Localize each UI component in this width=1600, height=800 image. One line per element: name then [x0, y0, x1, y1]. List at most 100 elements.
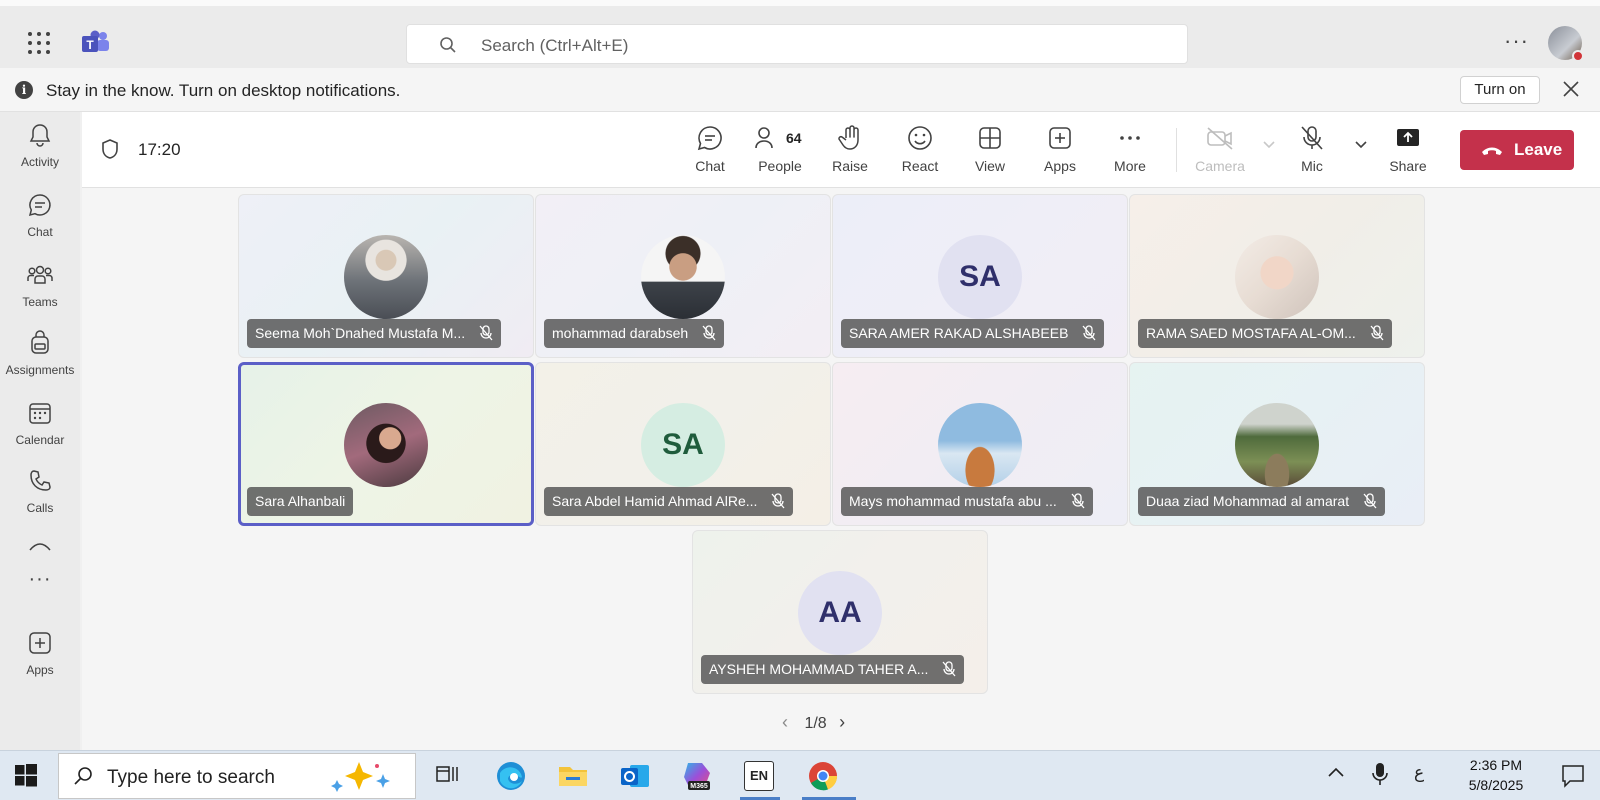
participant-name-tag: SARA AMER RAKAD ALSHABEEB: [841, 319, 1105, 348]
participant-initials: AA: [798, 571, 882, 655]
teams-icon: [27, 265, 53, 284]
rail-item-calendar[interactable]: Calendar: [0, 400, 80, 447]
grid-view-icon: [979, 127, 1001, 149]
participant-initials: SA: [641, 403, 725, 487]
mic-muted-icon: [1370, 325, 1384, 341]
os-taskbar: Type here to search M365 EN ع 2:36 PM 5/…: [0, 750, 1600, 800]
participant-tile[interactable]: Duaa ziad Mohammad al amarat: [1129, 362, 1425, 526]
mic-off-icon: [1301, 126, 1323, 150]
chevron-down-icon[interactable]: [1262, 140, 1276, 150]
search-icon: [74, 767, 92, 785]
file-explorer-icon[interactable]: [556, 759, 590, 793]
people-button[interactable]: 64 People: [750, 124, 810, 174]
rail-label: Chat: [27, 225, 53, 239]
camera-off-icon: [1207, 127, 1233, 150]
participant-name: Seema Moh`Dnahed Mustafa M...: [255, 325, 466, 341]
arc-icon: [29, 543, 51, 551]
more-icon: [1120, 136, 1140, 140]
call-control-bar: 17:20 Chat 64 People Raise React View Ap…: [82, 112, 1600, 188]
app-rail: Activity Chat Teams Assignments Calendar…: [0, 112, 80, 750]
participant-tile[interactable]: Seema Moh`Dnahed Mustafa M...: [238, 194, 534, 358]
language-indicator[interactable]: EN: [744, 761, 774, 791]
react-button[interactable]: React: [890, 124, 950, 174]
close-icon[interactable]: [1562, 78, 1580, 104]
rail-item-chat[interactable]: Chat: [0, 192, 80, 239]
participant-tile[interactable]: AA AYSHEH MOHAMMAD TAHER A...: [692, 530, 988, 694]
outlook-icon[interactable]: [618, 759, 652, 793]
hand-icon: [838, 125, 859, 150]
leave-label: Leave: [1514, 140, 1563, 159]
taskbar-search-box[interactable]: Type here to search: [58, 753, 416, 799]
mic-muted-icon: [771, 493, 785, 509]
mic-muted-icon: [942, 661, 956, 677]
people-icon: [755, 127, 773, 149]
rail-item-apps[interactable]: Apps: [0, 630, 80, 677]
mic-label: Mic: [1301, 158, 1323, 174]
share-button[interactable]: Share: [1378, 124, 1438, 174]
gallery-pager: ‹ 1/8 ›: [782, 712, 857, 733]
divider: [1176, 128, 1177, 172]
view-button[interactable]: View: [960, 124, 1020, 174]
participant-avatar: [344, 403, 428, 487]
microsoft-365-icon[interactable]: M365: [680, 759, 714, 793]
rail-item-assignments[interactable]: Assignments: [0, 330, 80, 377]
chevron-up-icon[interactable]: [1326, 763, 1360, 797]
participant-tile[interactable]: Mays mohammad mustafa abu ...: [832, 362, 1128, 526]
participant-avatar: [1235, 235, 1319, 319]
sparkle-icon: [331, 762, 390, 792]
chevron-left-icon[interactable]: ‹: [782, 712, 800, 733]
participant-name: AYSHEH MOHAMMAD TAHER A...: [709, 661, 929, 677]
participant-tile[interactable]: SA SARA AMER RAKAD ALSHABEEB: [832, 194, 1128, 358]
participant-tile[interactable]: RAMA SAED MOSTAFA AL-OM...: [1129, 194, 1425, 358]
notification-center-icon[interactable]: [1560, 763, 1594, 797]
participant-tile-active-speaker[interactable]: Sara Alhanbali: [238, 362, 534, 526]
participant-name-tag: Sara Abdel Hamid Ahmad AlRe...: [544, 487, 794, 516]
notification-message: Stay in the know. Turn on desktop notifi…: [46, 81, 401, 100]
svg-text:T: T: [86, 38, 94, 52]
participant-tile[interactable]: SA Sara Abdel Hamid Ahmad AlRe...: [535, 362, 831, 526]
camera-button[interactable]: Camera: [1190, 124, 1250, 174]
participant-name: Sara Abdel Hamid Ahmad AlRe...: [552, 493, 758, 509]
clock[interactable]: 2:36 PM 5/8/2025: [1446, 755, 1546, 795]
more-options-icon[interactable]: ···: [1504, 28, 1529, 54]
chevron-down-icon[interactable]: [1354, 140, 1368, 150]
chevron-right-icon[interactable]: ›: [839, 712, 857, 733]
mic-muted-icon: [1082, 325, 1096, 341]
notification-banner: i Stay in the know. Turn on desktop noti…: [0, 68, 1600, 112]
windows-start-icon[interactable]: [14, 763, 40, 789]
participant-tile[interactable]: mohammad darabseh: [535, 194, 831, 358]
rail-item-calls[interactable]: Calls: [0, 468, 80, 515]
rail-label: Assignments: [5, 363, 75, 377]
app-launcher-icon[interactable]: [28, 32, 50, 54]
rail-item-activity[interactable]: Activity: [0, 122, 80, 169]
top-bar: T Search (Ctrl+Alt+E) ···: [0, 0, 1600, 68]
rail-item-teams[interactable]: Teams: [0, 262, 80, 309]
search-box[interactable]: Search (Ctrl+Alt+E): [406, 24, 1188, 64]
bell-icon: [29, 124, 51, 147]
view-label: View: [974, 158, 1006, 174]
add-app-icon: [29, 632, 51, 654]
more-apps-icon[interactable]: ···: [0, 568, 80, 591]
more-button[interactable]: More: [1100, 124, 1160, 174]
mic-button[interactable]: Mic: [1282, 124, 1342, 174]
raise-hand-button[interactable]: Raise: [820, 124, 880, 174]
edge-browser-icon[interactable]: [494, 759, 528, 793]
participant-name: Sara Alhanbali: [255, 493, 346, 509]
participant-avatar: [938, 403, 1022, 487]
backpack-icon: [31, 330, 49, 354]
leave-button[interactable]: Leave: [1460, 130, 1574, 170]
rail-item-collapsed[interactable]: [0, 538, 80, 557]
chat-button[interactable]: Chat: [680, 124, 740, 174]
rail-label: Apps: [26, 663, 54, 677]
profile-avatar[interactable]: [1548, 26, 1584, 62]
task-view-icon[interactable]: [432, 759, 466, 793]
chrome-browser-icon[interactable]: [806, 759, 840, 793]
rail-label: Teams: [22, 295, 58, 309]
participant-name: Mays mohammad mustafa abu ...: [849, 493, 1057, 509]
input-method-indicator[interactable]: ع: [1414, 763, 1448, 797]
turn-on-button[interactable]: Turn on: [1460, 76, 1540, 104]
microphone-icon[interactable]: [1370, 761, 1404, 795]
rail-label: Calendar: [15, 433, 65, 447]
mic-muted-icon: [1071, 493, 1085, 509]
apps-button[interactable]: Apps: [1030, 124, 1090, 174]
